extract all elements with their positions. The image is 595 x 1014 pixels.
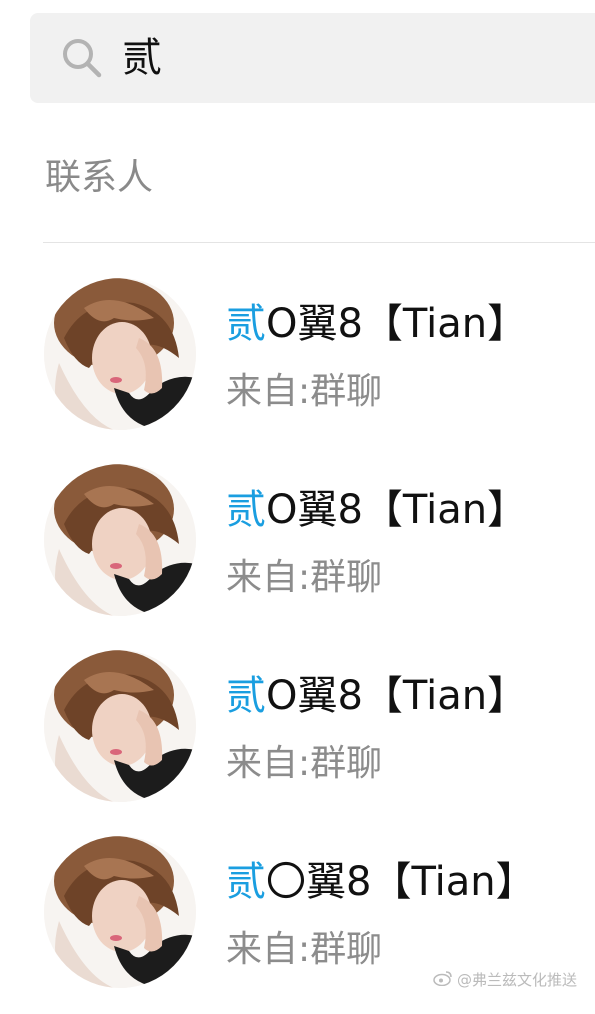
contact-item[interactable]: 贰O翼8【Tian】 来自:群聊 (0, 456, 595, 642)
contact-source: 来自:群聊 (226, 929, 383, 970)
contact-source: 来自:群聊 (226, 371, 383, 412)
section-divider (43, 242, 595, 243)
search-bar[interactable]: 贰 (30, 13, 595, 103)
search-icon (60, 36, 104, 80)
contact-name-rest: O翼8【Tian】 (266, 301, 528, 347)
contact-source: 来自:群聊 (226, 557, 383, 598)
search-match-highlight: 贰 (226, 487, 266, 533)
search-match-highlight: 贰 (226, 301, 266, 347)
contact-list: 贰O翼8【Tian】 来自:群聊 贰O翼8【Tian】 来自:群聊 贰O翼8【T… (0, 270, 595, 1014)
contact-item[interactable]: 贰O翼8【Tian】 来自:群聊 (0, 642, 595, 828)
contact-name-rest: O翼8【Tian】 (266, 487, 528, 533)
contact-item[interactable]: 贰O翼8【Tian】 来自:群聊 (0, 270, 595, 456)
avatar (44, 278, 196, 430)
watermark: @弗兰兹文化推送 (433, 969, 577, 990)
search-match-highlight: 贰 (226, 673, 266, 719)
contact-source: 来自:群聊 (226, 743, 383, 784)
section-title-contacts: 联系人 (45, 157, 154, 198)
watermark-text: @弗兰兹文化推送 (456, 971, 577, 989)
avatar (44, 836, 196, 988)
contact-name: 贰O翼8【Tian】 (226, 304, 527, 344)
search-input[interactable]: 贰 (122, 38, 162, 78)
avatar (44, 650, 196, 802)
contact-name-rest: O翼8【Tian】 (266, 673, 528, 719)
contact-name: 贰O翼8【Tian】 (226, 490, 527, 530)
contact-name: 贰O翼8【Tian】 (226, 676, 527, 716)
search-match-highlight: 贰 (226, 859, 266, 905)
contact-name: 贰〇翼8【Tian】 (226, 862, 536, 902)
weibo-icon (433, 970, 453, 990)
contact-name-rest: 〇翼8【Tian】 (266, 859, 536, 905)
avatar (44, 464, 196, 616)
